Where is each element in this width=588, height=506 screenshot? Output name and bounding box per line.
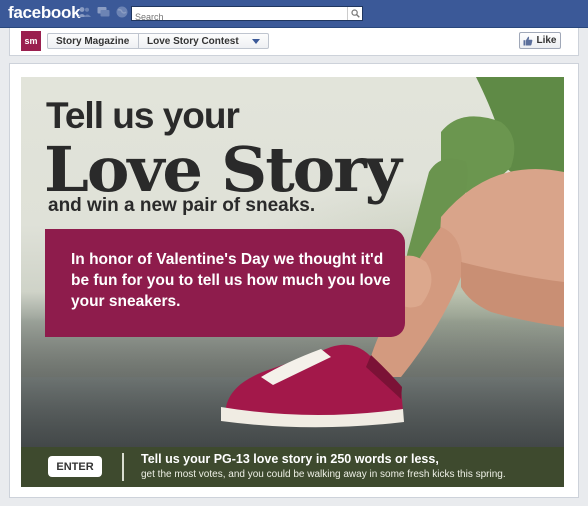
tab-dropdown-label: Love Story Contest [147, 35, 239, 47]
breadcrumb-page[interactable]: Story Magazine [47, 33, 139, 49]
search-input[interactable] [132, 10, 345, 24]
search-button[interactable] [347, 7, 362, 20]
thumbs-up-icon [523, 36, 533, 45]
headline-line-3: and win a new pair of sneaks. [48, 195, 316, 216]
like-button-label: Like [536, 35, 557, 46]
search-box [131, 6, 363, 24]
notifications-globe-icon[interactable] [116, 6, 128, 18]
contest-hero-banner: Tell us your Love Story and win a new pa… [21, 77, 564, 447]
search-icon [350, 9, 360, 18]
like-button[interactable]: Like [519, 32, 561, 49]
facebook-logo[interactable]: facebook [8, 3, 81, 23]
promo-box: In honor of Valentine's Day we thought i… [45, 229, 405, 337]
enter-button[interactable]: ENTER [48, 456, 102, 477]
promo-text: In honor of Valentine's Day we thought i… [71, 251, 391, 310]
cta-headline: Tell us your PG-13 love story in 250 wor… [141, 452, 439, 466]
breadcrumb-page-label: Story Magazine [56, 35, 130, 47]
tab-dropdown[interactable]: Love Story Contest [138, 33, 269, 49]
friend-requests-icon[interactable] [78, 6, 91, 18]
headline-line-1: Tell us your [46, 95, 240, 136]
page-navigation-bar: sm Story Magazine Love Story Contest Lik… [9, 28, 579, 56]
cta-subline: get the most votes, and you could be wal… [141, 469, 506, 480]
page-avatar[interactable]: sm [21, 31, 41, 51]
facebook-top-bar: facebook [0, 0, 588, 28]
enter-cta-bar: ENTER Tell us your PG-13 love story in 2… [21, 447, 564, 487]
chevron-down-icon [252, 38, 260, 44]
messages-icon[interactable] [97, 6, 110, 18]
notification-icons [78, 6, 128, 18]
cta-divider [122, 453, 124, 481]
